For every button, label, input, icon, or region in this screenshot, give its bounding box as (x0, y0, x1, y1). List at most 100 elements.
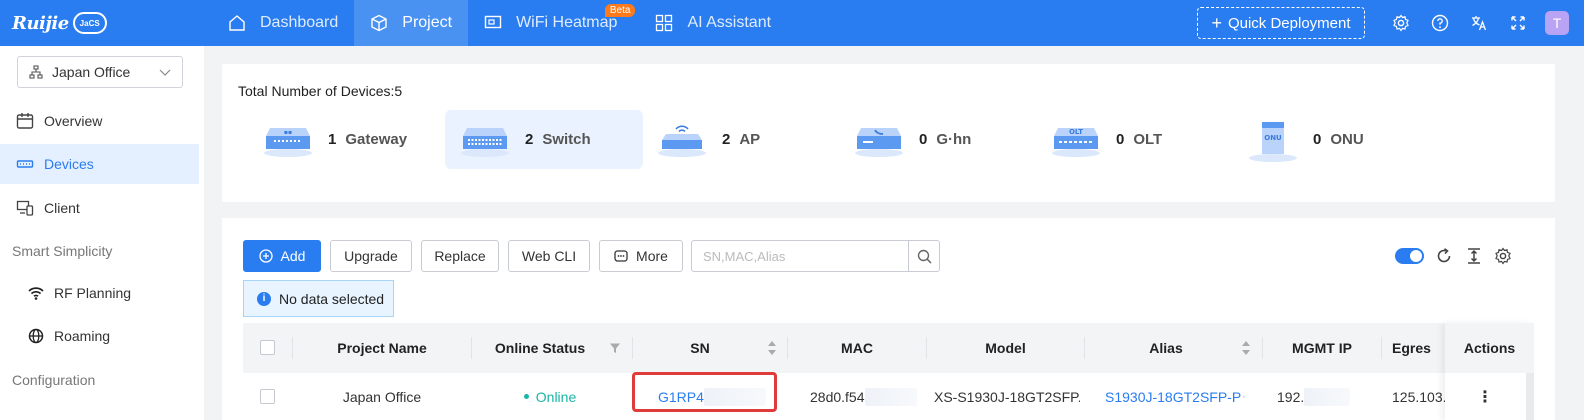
help-icon (1431, 14, 1448, 32)
logo-text: Ruijie (12, 12, 69, 34)
heatmap-icon (484, 15, 502, 29)
more-button[interactable]: More (599, 240, 683, 272)
cell-egress: 125.103.1 (1392, 388, 1446, 405)
column-actions: Actions (1445, 323, 1534, 373)
auto-refresh-toggle[interactable] (1395, 248, 1424, 264)
plus-circle-icon (258, 249, 273, 263)
sidebar-item-client-label: Client (44, 200, 80, 216)
column-project-name[interactable]: Project Name (293, 323, 471, 373)
language-button[interactable] (1459, 14, 1498, 32)
device-type-onu[interactable]: ONU 0 ONU (1233, 110, 1431, 169)
logo-badge: JaCS (72, 12, 107, 34)
sort-icon[interactable] (1241, 340, 1251, 356)
add-button[interactable]: Add (243, 240, 321, 272)
nav-project[interactable]: Project (354, 0, 469, 46)
top-navigation-bar: Ruijie JaCS Dashboard Project WiFi Heatm… (0, 0, 1584, 46)
project-selector[interactable]: Japan Office (17, 56, 183, 88)
sidebar-item-rf-planning[interactable]: RF Planning (0, 273, 199, 313)
cell-mgmt-ip: 192. (1277, 373, 1357, 420)
web-cli-button[interactable]: Web CLI (508, 240, 590, 272)
device-type-switch[interactable]: 2 Switch (445, 110, 643, 169)
gear-icon (1495, 247, 1511, 265)
olt-label: OLT (1133, 131, 1163, 148)
sidebar-item-rf-planning-label: RF Planning (54, 285, 132, 301)
column-online-status[interactable]: Online Status (472, 323, 608, 373)
onu-count: 0 (1313, 131, 1322, 148)
devices-icon (16, 160, 34, 168)
sidebar-item-devices-label: Devices (44, 156, 94, 172)
row-checkbox[interactable] (260, 389, 275, 404)
more-icon (614, 249, 628, 263)
onu-icon: ONU (1249, 121, 1297, 162)
column-height-button[interactable] (1465, 247, 1483, 268)
device-search (691, 240, 940, 272)
olt-device-label: OLT (1069, 128, 1083, 136)
quick-deployment-button[interactable]: + Quick Deployment (1197, 7, 1365, 39)
nav-wifi-heatmap[interactable]: WiFi Heatmap Beta (468, 0, 636, 46)
device-type-ghn[interactable]: 0 G·hn (839, 110, 1037, 169)
fullscreen-button[interactable] (1498, 15, 1537, 31)
refresh-button[interactable] (1435, 247, 1453, 268)
search-input[interactable] (692, 241, 908, 271)
alias-link[interactable]: S1930J-18GT2SFP-P (1105, 389, 1241, 405)
sidebar-group-smart-simplicity: Smart Simplicity (12, 243, 113, 259)
select-all-checkbox[interactable] (260, 340, 275, 355)
edit-icon[interactable] (1243, 390, 1245, 403)
onu-device-label: ONU (1264, 134, 1282, 142)
search-icon (917, 249, 932, 264)
total-devices-title: Total Number of Devices:5 (238, 83, 403, 99)
search-button[interactable] (908, 241, 939, 271)
olt-icon: OLT (1052, 127, 1100, 157)
beta-badge: Beta (604, 4, 636, 17)
device-type-olt[interactable]: OLT 0 OLT (1036, 110, 1234, 169)
sidebar-item-overview[interactable]: Overview (0, 101, 199, 141)
sidebar-item-roaming-label: Roaming (54, 328, 111, 344)
ghn-count: 0 (919, 131, 928, 148)
sidebar-item-client[interactable]: Client (0, 188, 199, 228)
help-button[interactable] (1420, 14, 1459, 32)
table-settings-button[interactable] (1494, 247, 1512, 268)
switch-count: 2 (525, 131, 534, 148)
ghn-label: G·hn (936, 131, 972, 148)
cell-alias[interactable]: S1930J-18GT2SFP-P (1105, 373, 1245, 420)
gateway-label: Gateway (345, 131, 408, 148)
ruijie-logo[interactable]: Ruijie JaCS (0, 0, 212, 46)
selection-notice: i No data selected (243, 280, 394, 317)
mgmt-ip-value: 192. (1277, 388, 1305, 405)
settings-button[interactable] (1381, 14, 1420, 32)
user-avatar[interactable]: T (1545, 11, 1569, 35)
fullscreen-icon (1510, 16, 1525, 30)
cell-mac: 28d0.f54 (810, 373, 920, 420)
sidebar-item-roaming[interactable]: Roaming (0, 316, 199, 356)
redacted-mask (864, 387, 917, 406)
vertical-scrollbar[interactable] (1526, 373, 1534, 420)
column-alias[interactable]: Alias (1085, 323, 1247, 373)
column-model[interactable]: Model (927, 323, 1084, 373)
nav-ai-assistant-label: AI Assistant (687, 14, 772, 31)
ap-count: 2 (722, 131, 731, 148)
device-type-ap[interactable]: 2 AP (642, 110, 840, 169)
nav-dashboard[interactable]: Dashboard (212, 0, 354, 46)
replace-button[interactable]: Replace (421, 240, 499, 272)
device-type-gateway[interactable]: ▪▪ 1 Gateway (248, 110, 446, 169)
sn-highlight-box (632, 372, 777, 412)
devices-list-card: Add Upgrade Replace Web CLI More i No da… (222, 218, 1555, 420)
cell-model: XS-S1930J-18GT2SFP... (934, 388, 1080, 405)
nav-ai-assistant[interactable]: AI Assistant (633, 0, 787, 46)
home-icon (229, 15, 245, 31)
sidebar-item-devices[interactable]: Devices (0, 144, 199, 184)
ghn-icon (855, 127, 903, 157)
column-mgmt-ip[interactable]: MGMT IP (1263, 323, 1381, 373)
column-mac[interactable]: MAC (788, 323, 926, 373)
cube-icon (371, 14, 387, 32)
filter-icon[interactable] (609, 342, 621, 354)
cell-online-status: Online (472, 373, 628, 420)
ap-label: AP (739, 131, 761, 148)
redacted-mask (1304, 387, 1351, 406)
column-sn[interactable]: SN (633, 323, 767, 373)
sidebar: Japan Office Overview Devices Client Sma… (0, 46, 204, 420)
upgrade-button[interactable]: Upgrade (330, 240, 412, 272)
sort-icon[interactable] (767, 340, 777, 356)
row-actions-menu[interactable]: ⋮ (1445, 373, 1525, 420)
olt-count: 0 (1116, 131, 1125, 148)
